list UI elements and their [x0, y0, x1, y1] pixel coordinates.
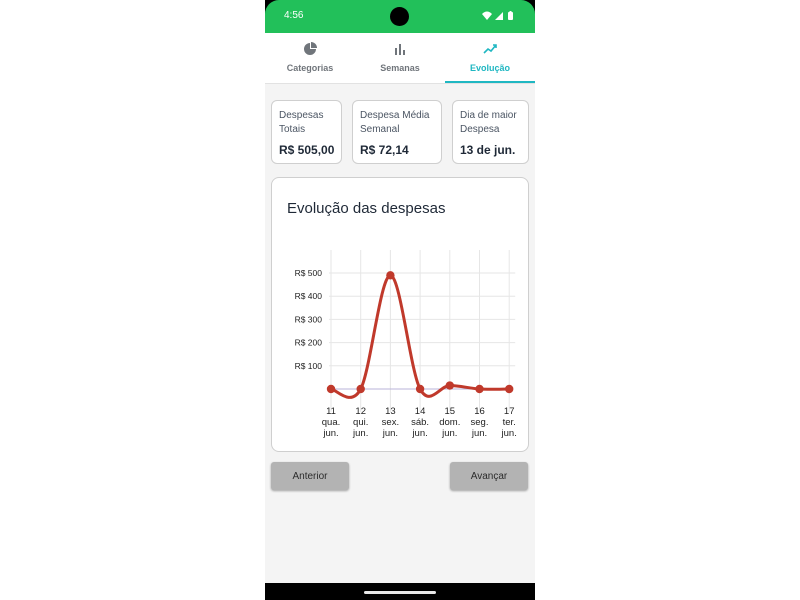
wifi-icon — [482, 11, 492, 20]
data-point — [326, 384, 336, 394]
x-tick-label: 11 — [326, 406, 336, 417]
home-indicator[interactable] — [364, 591, 436, 594]
tab-label: Evolução — [469, 63, 510, 73]
x-tick-label: jun. — [441, 428, 457, 439]
next-button[interactable]: Avançar — [450, 462, 528, 490]
previous-button[interactable]: Anterior — [271, 462, 349, 490]
y-tick-label: R$ 500 — [295, 268, 323, 278]
x-tick-label: 13 — [385, 406, 396, 417]
trending-line-icon — [483, 44, 497, 54]
tab-label: Categorias — [286, 63, 334, 73]
signal-icon — [495, 12, 503, 20]
card-value: R$ 72,14 — [360, 143, 409, 157]
x-tick-label: jun. — [382, 428, 398, 439]
x-tick-label: seg. — [471, 417, 489, 428]
bar-chart-icon — [395, 44, 405, 55]
status-bar: 4:56 — [265, 0, 535, 33]
x-tick-label: ter. — [503, 417, 516, 428]
app-screen: Categorias Semanas Evolução Despesas Tot… — [265, 33, 535, 583]
x-tick-label: 16 — [474, 406, 485, 417]
x-tick-label: 17 — [504, 406, 515, 417]
battery-icon — [508, 11, 513, 20]
x-tick-label: sex. — [382, 417, 399, 428]
status-icons — [482, 11, 513, 20]
x-tick-label: sáb. — [411, 417, 429, 428]
data-point — [505, 384, 514, 394]
x-tick-label: jun. — [471, 428, 487, 439]
card-value: 13 de jun. — [460, 143, 516, 157]
y-tick-label: R$ 100 — [295, 361, 323, 371]
max-expense-day-card: Dia de maior Despesa 13 de jun. — [452, 100, 529, 164]
active-tab-indicator — [445, 81, 535, 83]
phone-frame: 4:56 Categorias Semanas Evolução Despesa… — [265, 0, 535, 600]
card-label: Dia de maior Despesa — [460, 110, 517, 135]
tab-categorias[interactable]: Categorias — [265, 33, 355, 83]
data-point — [415, 384, 425, 394]
tab-bar: Categorias Semanas Evolução — [265, 33, 535, 84]
weekly-average-card: Despesa Média Semanal R$ 72,14 — [352, 100, 442, 164]
y-tick-label: R$ 400 — [295, 291, 323, 301]
chart-card: Evolução das despesas R$ 100 R$ 200 R$ 300… — [271, 177, 529, 452]
x-tick-label: jun. — [322, 428, 338, 439]
camera-cutout — [390, 7, 409, 26]
tab-label: Semanas — [380, 63, 420, 73]
x-tick-label: 15 — [445, 406, 456, 417]
x-tick-label: jun. — [411, 428, 427, 439]
data-point — [356, 384, 365, 394]
pie-chart-icon — [304, 42, 317, 55]
evolution-chart: R$ 100R$ 200R$ 300R$ 400R$ 50011qua.jun.… — [295, 250, 517, 439]
x-tick-label: jun. — [501, 428, 517, 439]
x-tick-label: qui. — [353, 417, 368, 428]
card-label: Despesas Totais — [279, 110, 324, 135]
data-point — [445, 381, 454, 390]
tab-semanas[interactable]: Semanas — [355, 33, 445, 83]
y-tick-label: R$ 300 — [295, 314, 323, 324]
data-point — [386, 271, 395, 280]
system-nav-bar — [265, 583, 535, 600]
x-tick-label: 14 — [415, 406, 426, 417]
total-expenses-card: Despesas Totais R$ 505,00 — [271, 100, 342, 164]
card-label: Despesa Média Semanal — [360, 110, 430, 135]
status-time: 4:56 — [284, 10, 304, 21]
y-tick-label: R$ 200 — [295, 338, 323, 348]
data-point — [475, 384, 484, 394]
x-tick-label: 12 — [355, 406, 366, 417]
card-value: R$ 505,00 — [279, 143, 335, 157]
x-tick-label: jun. — [352, 428, 368, 439]
tab-evolucao[interactable]: Evolução — [445, 33, 535, 83]
x-tick-label: dom. — [439, 417, 460, 428]
x-tick-label: qua. — [322, 417, 341, 428]
